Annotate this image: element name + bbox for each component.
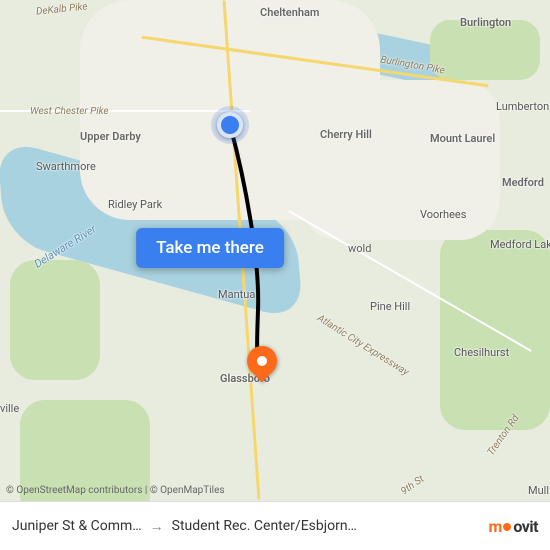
map-tiles [0, 0, 550, 550]
to-location: Student Rec. Center/Esbjorn… [172, 518, 357, 534]
map-attribution: © OpenStreetMap contributors | © OpenMap… [6, 485, 225, 496]
arrow-right-icon: → [150, 518, 164, 535]
place-label: Medford Lakes [490, 238, 550, 251]
logo-dot-icon [503, 523, 511, 531]
place-label: Ridley Park [108, 198, 162, 211]
place-label: Swarthmore [36, 160, 96, 173]
place-label: Cherry Hill [320, 128, 372, 141]
start-marker-icon[interactable] [217, 112, 243, 138]
place-label: Mull [528, 484, 549, 497]
place-label: Chesilhurst [454, 346, 509, 359]
place-label: Pine Hill [370, 300, 410, 313]
take-me-there-button[interactable]: Take me there [136, 228, 284, 268]
place-label: Medford [502, 176, 544, 189]
place-label: Mantua [218, 288, 255, 301]
place-label: Upper Darby [80, 130, 141, 143]
place-label: Lumberton [496, 100, 549, 113]
place-label: Cheltenham [260, 6, 319, 19]
pin-icon [241, 340, 283, 382]
place-label: Burlington [460, 16, 511, 29]
footer-bar: Juniper St & Comm… → Student Rec. Center… [0, 501, 550, 550]
road-label: West Chester Pike [30, 106, 109, 117]
place-label: ville [0, 402, 19, 415]
place-label: Mount Laurel [430, 132, 495, 145]
place-label: Voorhees [420, 208, 466, 221]
end-marker-icon[interactable] [247, 346, 277, 376]
place-label: wold [348, 242, 371, 255]
from-location: Juniper St & Comm… [12, 518, 142, 534]
moovit-logo[interactable]: movit [488, 517, 538, 536]
map-container[interactable]: Cheltenham Burlington Upper Darby Swarth… [0, 0, 550, 550]
